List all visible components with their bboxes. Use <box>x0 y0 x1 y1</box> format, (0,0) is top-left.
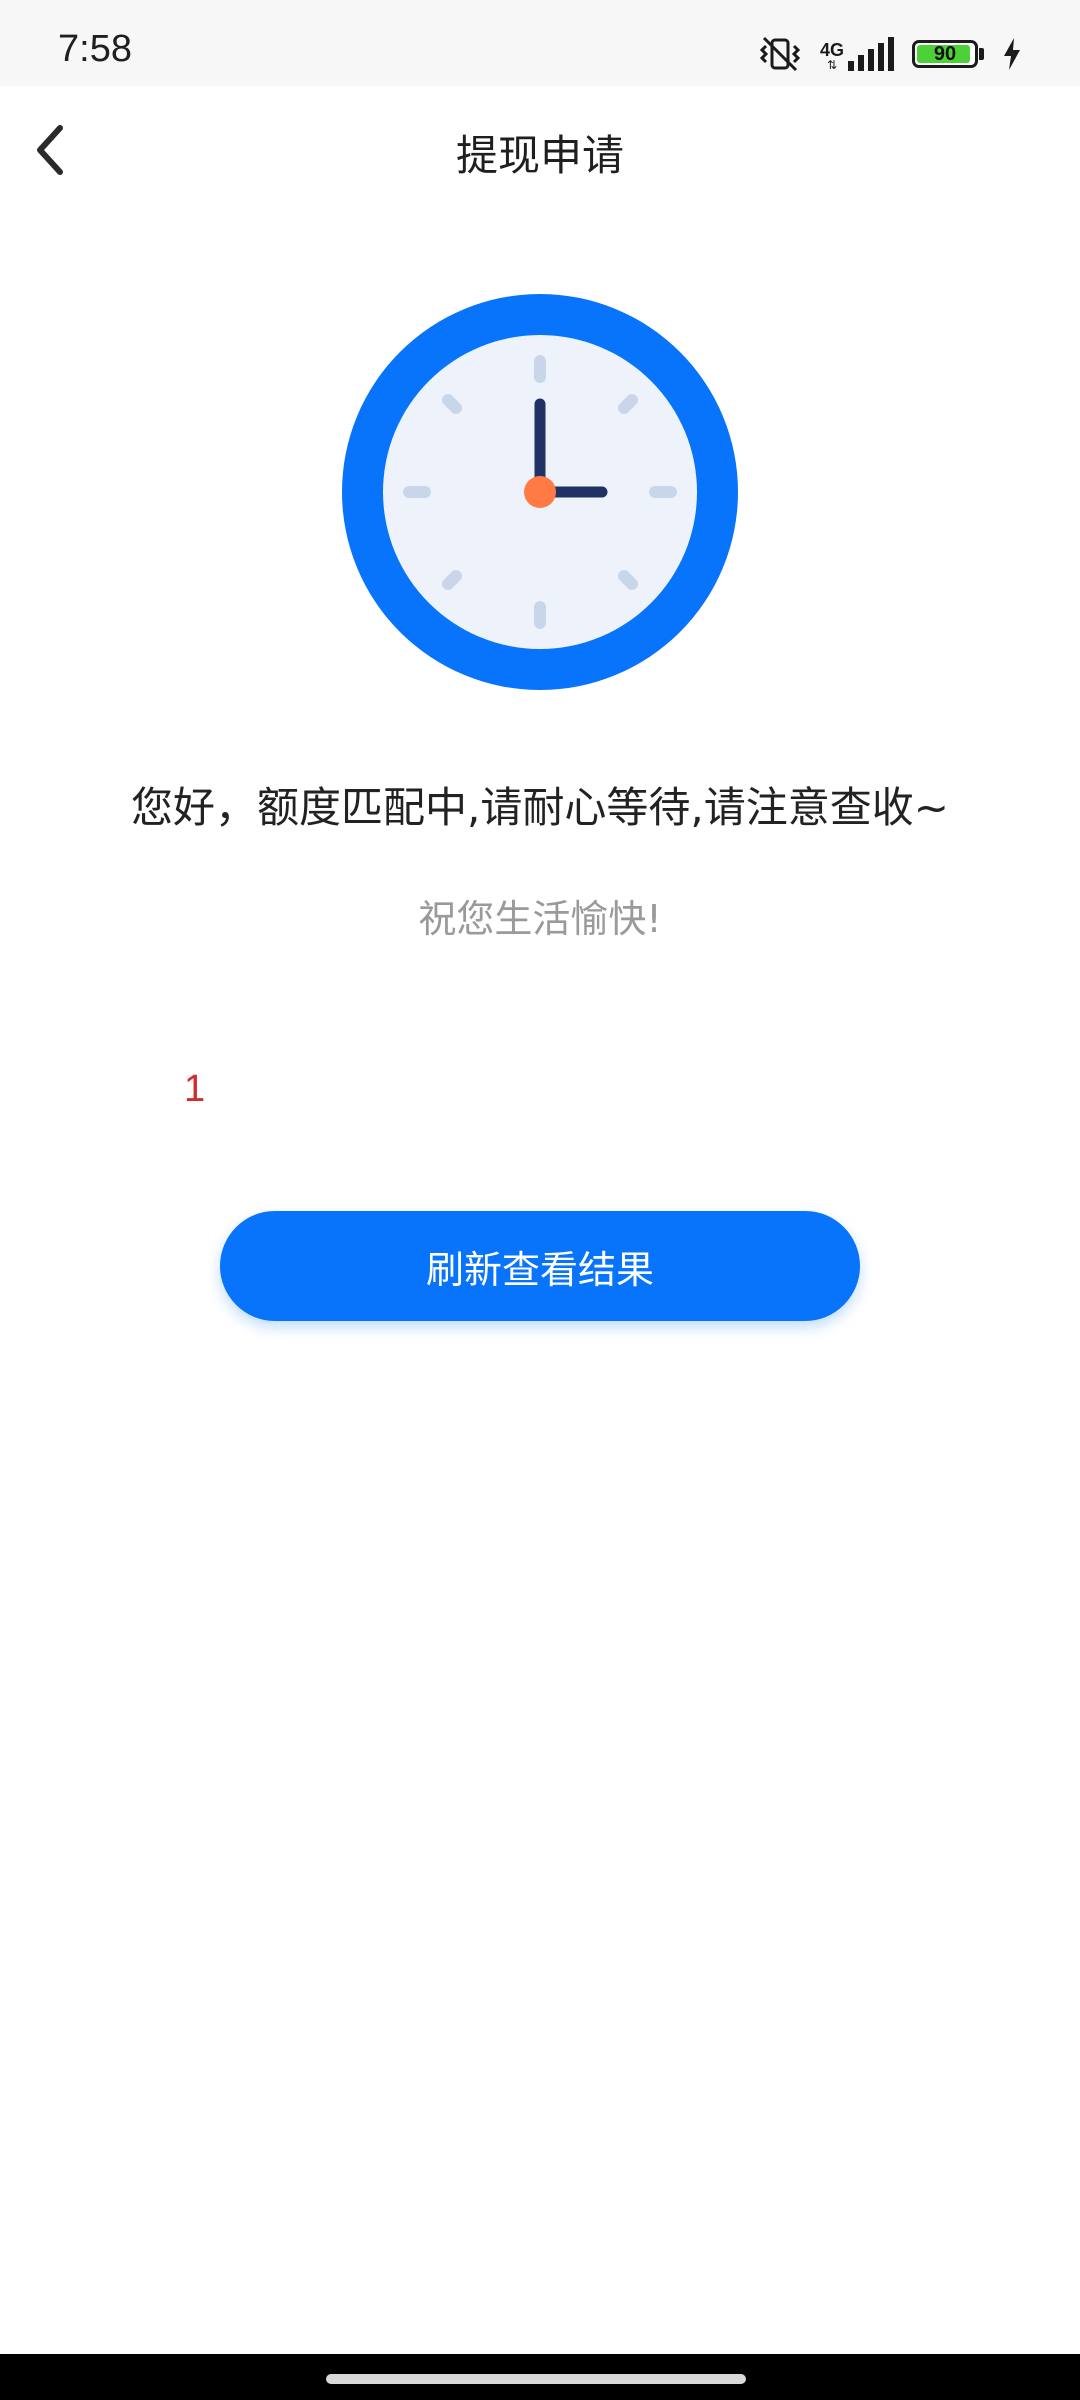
battery-level: 90 <box>933 42 957 65</box>
home-indicator[interactable] <box>326 2374 746 2384</box>
counter-text: 1 <box>184 1068 206 1110</box>
refresh-result-button[interactable]: 刷新查看结果 <box>220 1211 860 1321</box>
gesture-bar <box>0 2354 1080 2400</box>
status-message: 您好，额度匹配中,请耐心等待,请注意查收~ <box>131 783 949 832</box>
battery-icon: 90 <box>912 40 984 68</box>
signal-4g-icon: 4G ⇅ <box>820 37 894 71</box>
page-title: 提现申请 <box>455 131 624 180</box>
status-bar: 7:58 4G ⇅ 90 <box>0 0 1080 86</box>
clock-icon <box>342 294 738 690</box>
network-type: 4G <box>819 40 844 60</box>
status-time: 7:58 <box>58 28 132 70</box>
charging-icon <box>1002 38 1022 70</box>
nav-bar: 提现申请 <box>0 86 1080 210</box>
wish-message: 祝您生活愉快! <box>418 897 662 941</box>
status-icons: 4G ⇅ 90 <box>758 34 1022 74</box>
clock-illustration <box>342 294 738 690</box>
vibrate-off-icon <box>758 34 802 74</box>
